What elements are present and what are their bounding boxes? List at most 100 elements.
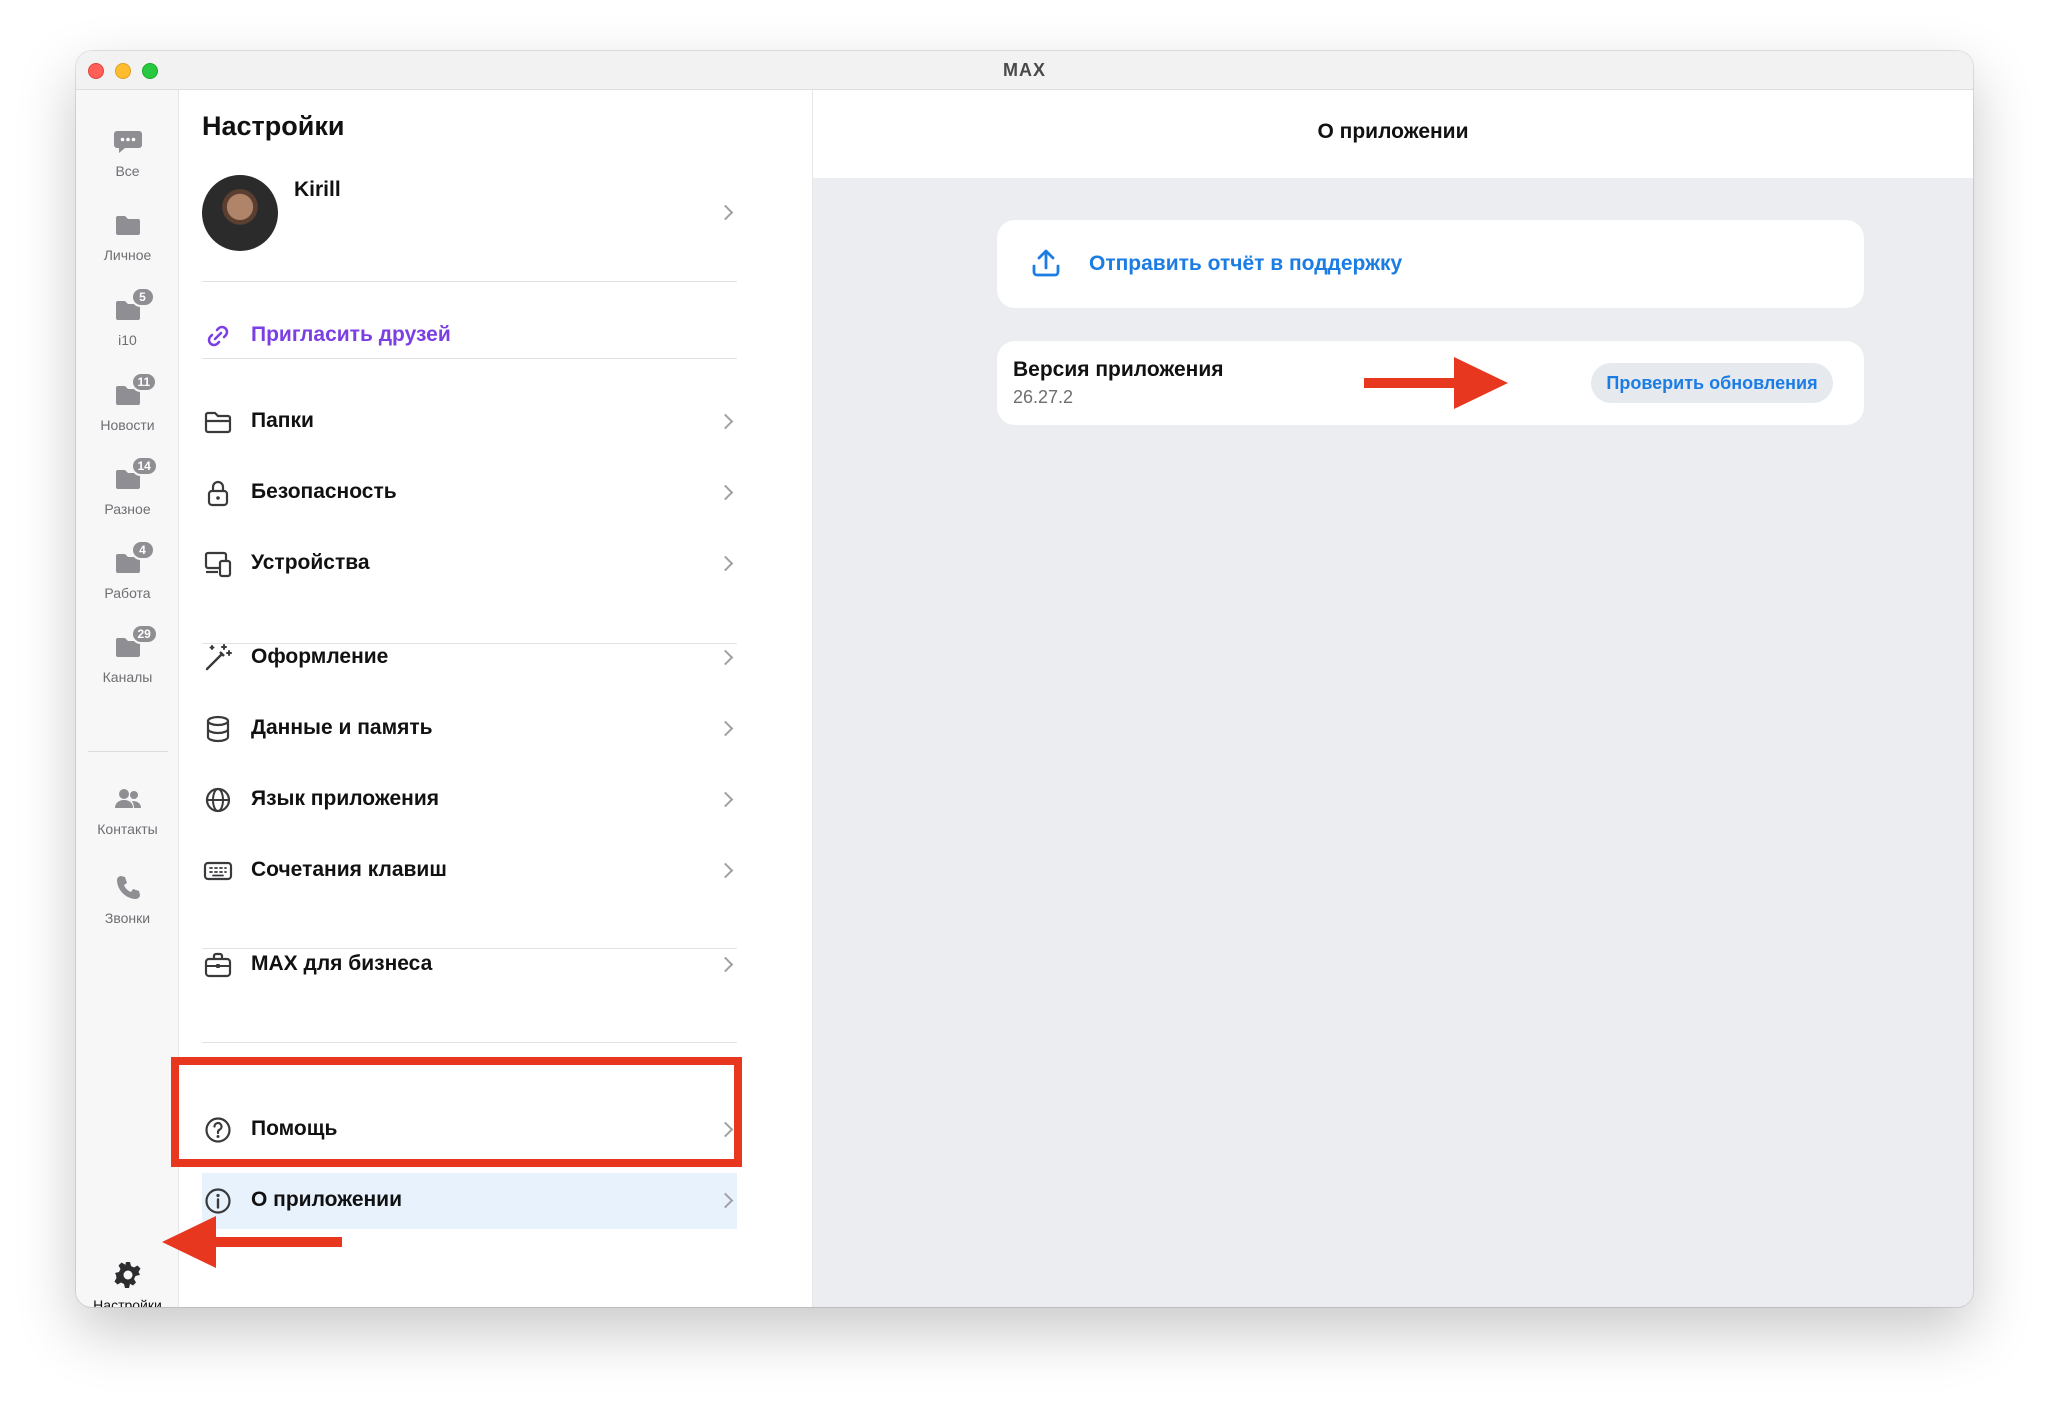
database-icon [202, 713, 234, 745]
separator [202, 1042, 737, 1043]
version-number: 26.27.2 [1013, 387, 1074, 407]
chevron-right-icon [717, 791, 734, 808]
menu-item-devices[interactable]: Устройства [202, 536, 737, 592]
chevron-right-icon [717, 1121, 734, 1138]
keyboard-icon [202, 855, 234, 887]
menu-item-language[interactable]: Язык приложения [202, 772, 737, 828]
menu-item-help[interactable]: Помощь [202, 1102, 737, 1158]
help-circle-icon [202, 1114, 234, 1146]
phone-icon [111, 873, 145, 903]
send-report-label: Отправить отчёт в поддержку [1089, 252, 1403, 275]
rail-item-i10[interactable]: 5 i10 [76, 287, 179, 348]
menu-item-business[interactable]: MAX для бизнеса [202, 937, 737, 993]
separator [202, 358, 737, 359]
rail-item-channels[interactable]: 29 Каналы [76, 624, 179, 685]
title-bar: MAX [76, 51, 1973, 90]
rail-label: Звонки [104, 910, 151, 926]
rail-item-calls[interactable]: Звонки [76, 873, 179, 926]
menu-item-label: О приложении [251, 1188, 402, 1211]
folder-rail: Все Личное 5 i10 11 Новости 14 Разное 4 … [76, 90, 179, 1307]
page-title: О приложении [1317, 120, 1469, 143]
chevron-right-icon [717, 555, 734, 572]
briefcase-icon [202, 949, 234, 981]
rail-label: Личное [103, 247, 152, 263]
chevron-right-icon [717, 956, 734, 973]
devices-icon [202, 548, 234, 580]
info-icon [202, 1185, 234, 1217]
folder-icon: 11 [111, 372, 158, 410]
invite-friends-button[interactable]: Пригласить друзей [202, 308, 737, 364]
unread-badge: 14 [130, 456, 158, 476]
gear-icon [111, 1260, 145, 1290]
profile-name: Kirill [294, 178, 341, 201]
version-card: Версия приложения 26.27.2 Проверить обно… [997, 341, 1864, 425]
menu-item-folders[interactable]: Папки [202, 394, 737, 450]
rail-item-news[interactable]: 11 Новости [76, 372, 179, 433]
unread-badge: 29 [130, 624, 158, 644]
rail-item-contacts[interactable]: Контакты [76, 784, 179, 837]
folder-icon: 14 [111, 456, 158, 494]
rail-item-personal[interactable]: Личное [76, 210, 179, 263]
settings-title: Настройки [202, 111, 345, 141]
menu-item-shortcuts[interactable]: Сочетания клавиш [202, 843, 737, 899]
folder-icon: 4 [111, 540, 155, 578]
menu-item-label: Безопасность [251, 480, 397, 503]
link-icon [202, 320, 234, 352]
app-window: MAX Все Личное 5 i10 11 Новости 14 Разно… [76, 51, 1973, 1307]
check-updates-button[interactable]: Проверить обновления [1591, 363, 1833, 403]
chevron-right-icon [717, 649, 734, 666]
rail-label: Контакты [97, 821, 158, 837]
menu-item-label: Данные и память [251, 716, 433, 739]
rail-label-settings: Настройки [93, 1297, 162, 1307]
menu-item-about[interactable]: О приложении [202, 1173, 737, 1229]
about-pane: О приложении Отправить отчёт в поддержку… [813, 90, 1973, 1307]
chevron-right-icon [717, 413, 734, 430]
rail-item-misc[interactable]: 14 Разное [76, 456, 179, 517]
contacts-icon [111, 784, 145, 814]
menu-item-label: Пригласить друзей [251, 323, 451, 346]
rail-label: Разное [104, 501, 151, 517]
chevron-right-icon [717, 1192, 734, 1209]
avatar [202, 175, 278, 251]
separator [202, 281, 737, 282]
lock-icon [202, 477, 234, 509]
menu-item-appearance[interactable]: Оформление [202, 630, 737, 686]
profile-row[interactable]: Kirill [202, 175, 737, 265]
chevron-right-icon [717, 484, 734, 501]
rail-item-work[interactable]: 4 Работа [76, 540, 179, 601]
globe-icon [202, 784, 234, 816]
menu-item-label: Помощь [251, 1117, 338, 1140]
about-header: О приложении [813, 90, 1973, 178]
menu-item-label: Сочетания клавиш [251, 858, 447, 881]
rail-item-settings[interactable]: Настройки [76, 1260, 179, 1307]
unread-badge: 11 [130, 372, 158, 392]
folder-outline-icon [202, 406, 234, 438]
chat-bubble-icon [111, 126, 145, 156]
send-report-button[interactable]: Отправить отчёт в поддержку [997, 220, 1864, 308]
rail-item-all[interactable]: Все [76, 126, 179, 179]
menu-item-label: Язык приложения [251, 787, 439, 810]
menu-item-data-storage[interactable]: Данные и память [202, 701, 737, 757]
version-title: Версия приложения [1013, 358, 1224, 381]
menu-item-label: Папки [251, 409, 314, 432]
rail-label: i10 [118, 332, 137, 348]
upload-icon [1029, 246, 1063, 280]
unread-badge: 5 [130, 287, 155, 307]
folder-icon: 29 [111, 624, 158, 662]
rail-label: Работа [104, 585, 151, 601]
rail-label: Новости [100, 417, 155, 433]
rail-divider [88, 751, 168, 752]
settings-panel: Настройки Kirill Пригласить друзей Папки [179, 90, 813, 1307]
magic-wand-icon [202, 642, 234, 674]
folder-icon: 5 [111, 287, 155, 325]
rail-label: Все [115, 163, 140, 179]
menu-item-security[interactable]: Безопасность [202, 465, 737, 521]
menu-item-label: Устройства [251, 551, 370, 574]
folder-icon [111, 210, 145, 240]
menu-item-label: Оформление [251, 645, 389, 668]
chevron-right-icon [717, 720, 734, 737]
window-title: MAX [1003, 60, 1046, 80]
menu-item-label: MAX для бизнеса [251, 952, 433, 975]
rail-label: Каналы [102, 669, 153, 685]
screenshot-stage: MAX Все Личное 5 i10 11 Новости 14 Разно… [0, 0, 2048, 1405]
